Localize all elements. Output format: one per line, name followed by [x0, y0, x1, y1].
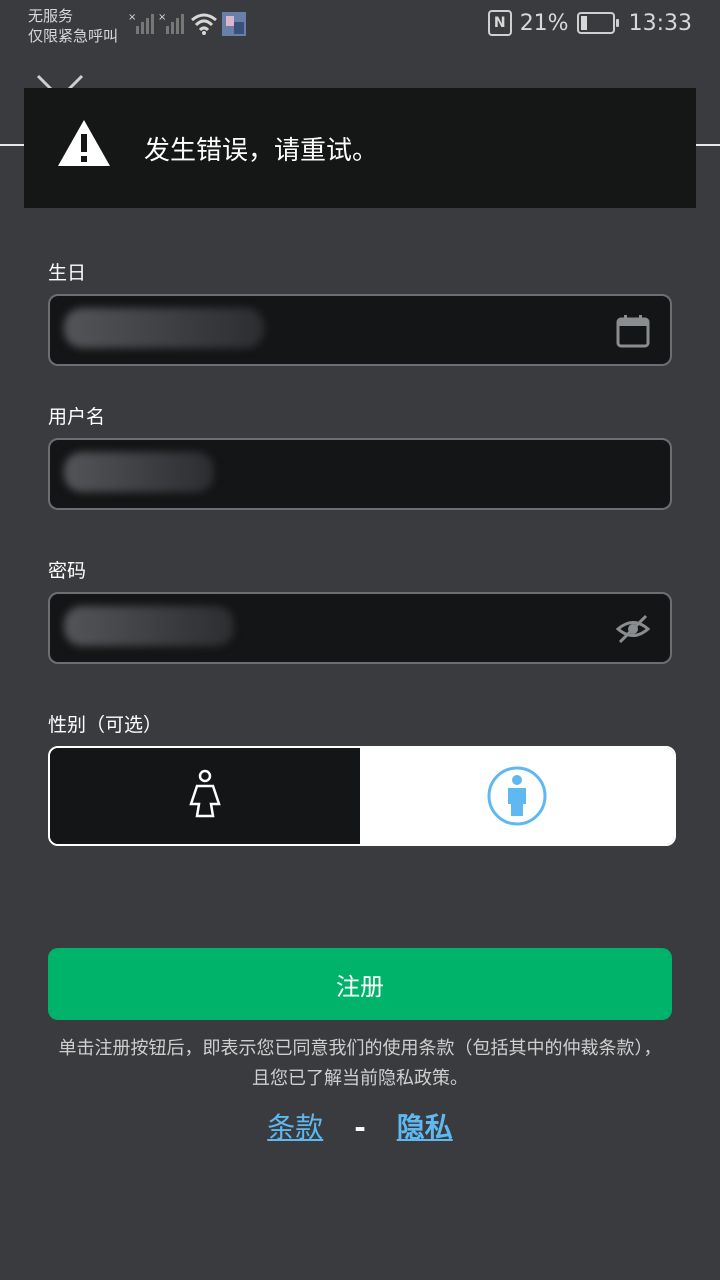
gender-label: 性别（可选）	[48, 714, 163, 736]
password-input[interactable]	[48, 592, 672, 664]
toast-message: 发生错误，请重试。	[144, 136, 379, 166]
status-bar: 无服务 仅限紧急呼叫 × × N 21% 13:33	[0, 0, 720, 50]
carrier-line-1: 无服务	[28, 7, 74, 25]
error-toast: 发生错误，请重试。	[24, 88, 696, 208]
signal-icon-2: ×	[158, 12, 184, 34]
battery-icon	[576, 12, 619, 34]
svg-text:×: ×	[128, 12, 136, 23]
birthday-label: 生日	[48, 262, 87, 284]
warning-icon	[58, 120, 110, 166]
carrier-line-2: 仅限紧急呼叫	[28, 27, 119, 45]
username-label: 用户名	[48, 406, 106, 428]
battery-fill	[580, 16, 587, 30]
register-button[interactable]: 注册	[48, 948, 672, 1020]
terms-link[interactable]: 条款	[267, 1111, 323, 1144]
eye-off-icon[interactable]	[616, 612, 650, 646]
terms-notice: 单击注册按钮后，即表示您已同意我们的使用条款（包括其中的仲裁条款），且您已了解当…	[58, 1038, 662, 1089]
male-icon	[487, 766, 547, 826]
carrier-text: 无服务 仅限紧急呼叫	[28, 6, 118, 46]
wifi-icon	[191, 13, 217, 35]
legal-links: 条款 - 隐私	[0, 1106, 720, 1156]
status-right: N 21% 13:33	[487, 10, 692, 36]
username-input[interactable]	[48, 438, 672, 510]
redacted-value	[64, 308, 264, 348]
clock: 13:33	[628, 10, 692, 36]
gender-option-male[interactable]	[360, 748, 674, 844]
app-notification-icon	[222, 12, 246, 36]
signal-icon: ×	[128, 12, 154, 34]
svg-text:×: ×	[158, 12, 166, 23]
birthday-field[interactable]	[48, 294, 672, 366]
gender-option-female[interactable]	[50, 748, 360, 844]
battery-percent: 21%	[519, 10, 569, 36]
link-separator: -	[354, 1111, 366, 1144]
gender-selector	[48, 746, 676, 846]
redacted-value	[64, 606, 234, 646]
female-icon	[189, 769, 221, 818]
calendar-icon[interactable]	[616, 314, 650, 348]
nfc-icon: N	[487, 10, 512, 36]
password-label: 密码	[48, 560, 87, 582]
privacy-link[interactable]: 隐私	[397, 1111, 453, 1144]
redacted-value	[64, 452, 214, 492]
